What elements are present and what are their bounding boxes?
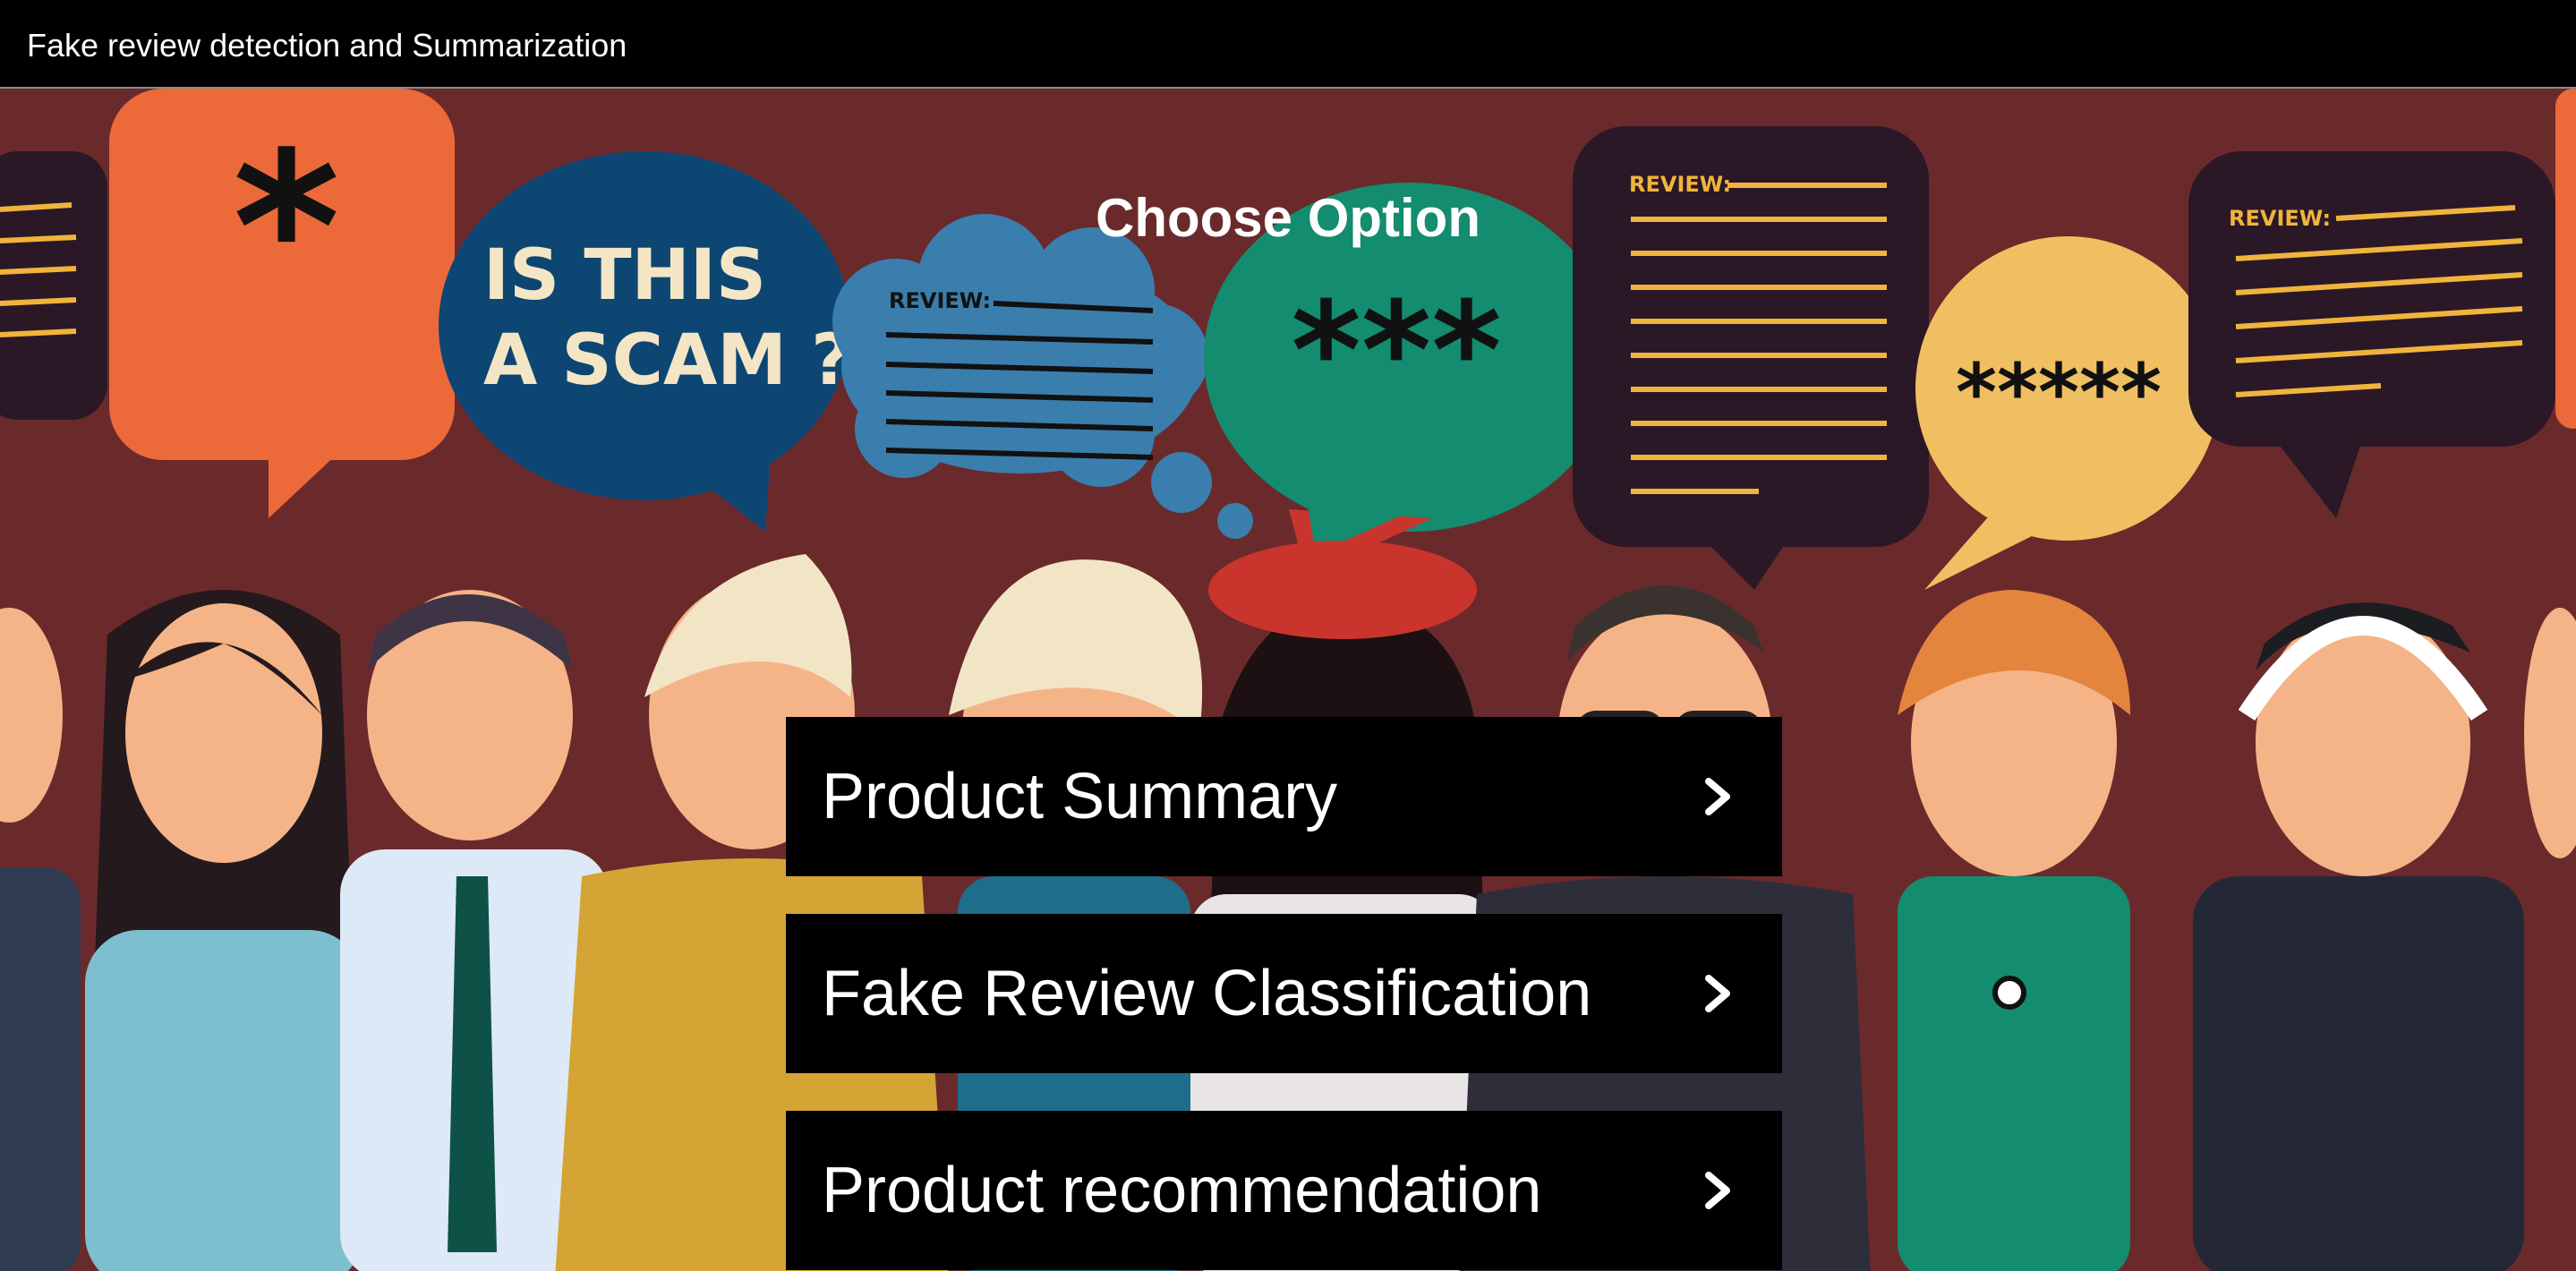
top-header-bar: Fake review detection and Summarization <box>0 0 2576 89</box>
hero-illustration: * IS THIS A SCAM ? REVIEW: *** REVIEW: *… <box>0 89 2576 1271</box>
product-summary-button[interactable]: Product Summary <box>786 717 1782 876</box>
app-title: Fake review detection and Summarization <box>27 27 627 64</box>
product-summary-label: Product Summary <box>822 761 1338 832</box>
svg-text:***: *** <box>1291 274 1501 430</box>
page-heading: Choose Option <box>1096 188 1480 248</box>
svg-text:A SCAM ?: A SCAM ? <box>483 320 851 401</box>
fake-review-classification-button[interactable]: Fake Review Classification <box>786 914 1782 1073</box>
chevron-right-icon <box>1705 1172 1730 1209</box>
crowd-speech-bubbles-illustration: * IS THIS A SCAM ? REVIEW: *** REVIEW: *… <box>0 89 2576 1271</box>
chevron-right-icon <box>1705 778 1730 815</box>
fake-review-classification-label: Fake Review Classification <box>822 958 1592 1029</box>
product-recommendation-button[interactable]: Product recommendation <box>786 1111 1782 1270</box>
chevron-right-icon <box>1705 975 1730 1012</box>
product-recommendation-label: Product recommendation <box>822 1155 1542 1226</box>
svg-text:*****: ***** <box>1956 346 2162 439</box>
svg-text:REVIEW:: REVIEW: <box>889 288 991 313</box>
